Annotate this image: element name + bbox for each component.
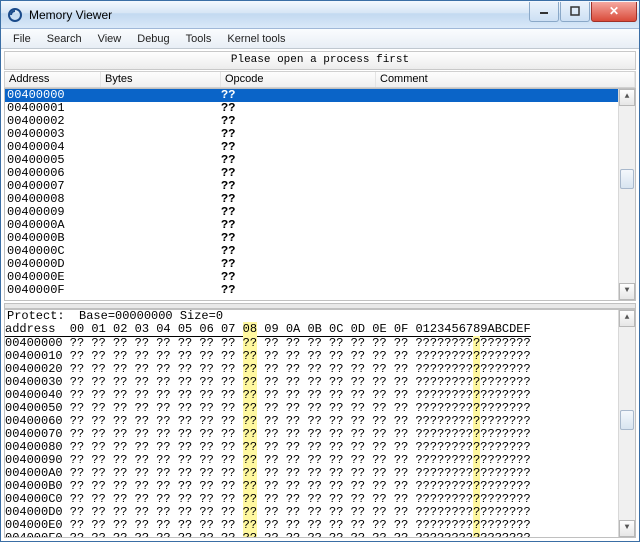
bytes-cell: [101, 154, 221, 167]
bytes-cell: [101, 141, 221, 154]
opcode-cell: ??: [221, 232, 376, 245]
scroll-down-button[interactable]: ▼: [619, 520, 635, 537]
bytes-cell: [101, 115, 221, 128]
comment-cell: [376, 258, 618, 271]
comment-cell: [376, 102, 618, 115]
menu-kernel-tools[interactable]: Kernel tools: [219, 31, 293, 47]
disasm-row[interactable]: 0040000C??: [5, 245, 618, 258]
opcode-cell: ??: [221, 154, 376, 167]
bytes-cell: [101, 128, 221, 141]
comment-cell: [376, 219, 618, 232]
disasm-row[interactable]: 0040000D??: [5, 258, 618, 271]
bytes-cell: [101, 232, 221, 245]
disasm-header: Address Bytes Opcode Comment: [4, 71, 636, 88]
comment-cell: [376, 284, 618, 297]
bytes-cell: [101, 219, 221, 232]
comment-cell: [376, 115, 618, 128]
opcode-cell: ??: [221, 219, 376, 232]
opcode-cell: ??: [221, 245, 376, 258]
opcode-cell: ??: [221, 206, 376, 219]
scroll-thumb[interactable]: [620, 169, 634, 189]
bytes-cell: [101, 284, 221, 297]
col-bytes[interactable]: Bytes: [101, 72, 221, 87]
comment-cell: [376, 141, 618, 154]
comment-cell: [376, 232, 618, 245]
scroll-up-button[interactable]: ▲: [619, 89, 635, 106]
window-title: Memory Viewer: [29, 8, 528, 22]
comment-cell: [376, 206, 618, 219]
disasm-row[interactable]: 00400005??: [5, 154, 618, 167]
opcode-cell: ??: [221, 167, 376, 180]
hex-pane[interactable]: Protect: Base=00000000 Size=0address 00 …: [4, 309, 636, 538]
opcode-cell: ??: [221, 284, 376, 297]
bytes-cell: [101, 245, 221, 258]
opcode-cell: ??: [221, 102, 376, 115]
opcode-cell: ??: [221, 193, 376, 206]
status-banner: Please open a process first: [4, 51, 636, 70]
menu-search[interactable]: Search: [39, 31, 90, 47]
disasm-pane[interactable]: 00400000??00400001??00400002??00400003??…: [4, 88, 636, 301]
col-comment[interactable]: Comment: [376, 72, 635, 87]
hex-row[interactable]: 004000F0 ?? ?? ?? ?? ?? ?? ?? ?? ?? ?? ?…: [5, 532, 618, 537]
comment-cell: [376, 167, 618, 180]
disasm-row[interactable]: 0040000E??: [5, 271, 618, 284]
maximize-button[interactable]: [560, 2, 590, 22]
disasm-row[interactable]: 00400002??: [5, 115, 618, 128]
menu-tools[interactable]: Tools: [178, 31, 220, 47]
comment-cell: [376, 128, 618, 141]
comment-cell: [376, 180, 618, 193]
disasm-row[interactable]: 00400007??: [5, 180, 618, 193]
opcode-cell: ??: [221, 258, 376, 271]
disasm-row[interactable]: 00400006??: [5, 167, 618, 180]
bytes-cell: [101, 258, 221, 271]
minimize-button[interactable]: [529, 2, 559, 22]
opcode-cell: ??: [221, 271, 376, 284]
menu-view[interactable]: View: [90, 31, 130, 47]
bytes-cell: [101, 271, 221, 284]
comment-cell: [376, 154, 618, 167]
addr-cell: 0040000F: [5, 284, 101, 297]
disasm-row[interactable]: 00400003??: [5, 128, 618, 141]
bytes-cell: [101, 89, 221, 102]
opcode-cell: ??: [221, 128, 376, 141]
comment-cell: [376, 89, 618, 102]
bytes-cell: [101, 193, 221, 206]
disasm-row[interactable]: 00400008??: [5, 193, 618, 206]
scroll-thumb[interactable]: [620, 410, 634, 430]
menubar: File Search View Debug Tools Kernel tool…: [1, 29, 639, 49]
disasm-row[interactable]: 00400000??: [5, 89, 618, 102]
disasm-row[interactable]: 0040000A??: [5, 219, 618, 232]
opcode-cell: ??: [221, 141, 376, 154]
scroll-up-button[interactable]: ▲: [619, 310, 635, 327]
col-opcode[interactable]: Opcode: [221, 72, 376, 87]
scroll-down-button[interactable]: ▼: [619, 283, 635, 300]
bytes-cell: [101, 102, 221, 115]
col-address[interactable]: Address: [5, 72, 101, 87]
memory-viewer-window: Memory Viewer ✕ File Search View Debug T…: [0, 0, 640, 542]
menu-file[interactable]: File: [5, 31, 39, 47]
comment-cell: [376, 193, 618, 206]
disasm-scrollbar[interactable]: ▲ ▼: [618, 89, 635, 300]
bytes-cell: [101, 206, 221, 219]
comment-cell: [376, 271, 618, 284]
bytes-cell: [101, 167, 221, 180]
disasm-row[interactable]: 00400001??: [5, 102, 618, 115]
app-icon: [7, 7, 23, 23]
hex-scrollbar[interactable]: ▲ ▼: [618, 310, 635, 537]
opcode-cell: ??: [221, 89, 376, 102]
opcode-cell: ??: [221, 115, 376, 128]
titlebar[interactable]: Memory Viewer ✕: [1, 1, 639, 29]
close-button[interactable]: ✕: [591, 2, 637, 22]
bytes-cell: [101, 180, 221, 193]
disasm-row[interactable]: 0040000B??: [5, 232, 618, 245]
menu-debug[interactable]: Debug: [129, 31, 177, 47]
disasm-row[interactable]: 00400004??: [5, 141, 618, 154]
disasm-row[interactable]: 00400009??: [5, 206, 618, 219]
disasm-row[interactable]: 0040000F??: [5, 284, 618, 297]
opcode-cell: ??: [221, 180, 376, 193]
comment-cell: [376, 245, 618, 258]
hex-header: address 00 01 02 03 04 05 06 07 08 09 0A…: [5, 323, 618, 337]
